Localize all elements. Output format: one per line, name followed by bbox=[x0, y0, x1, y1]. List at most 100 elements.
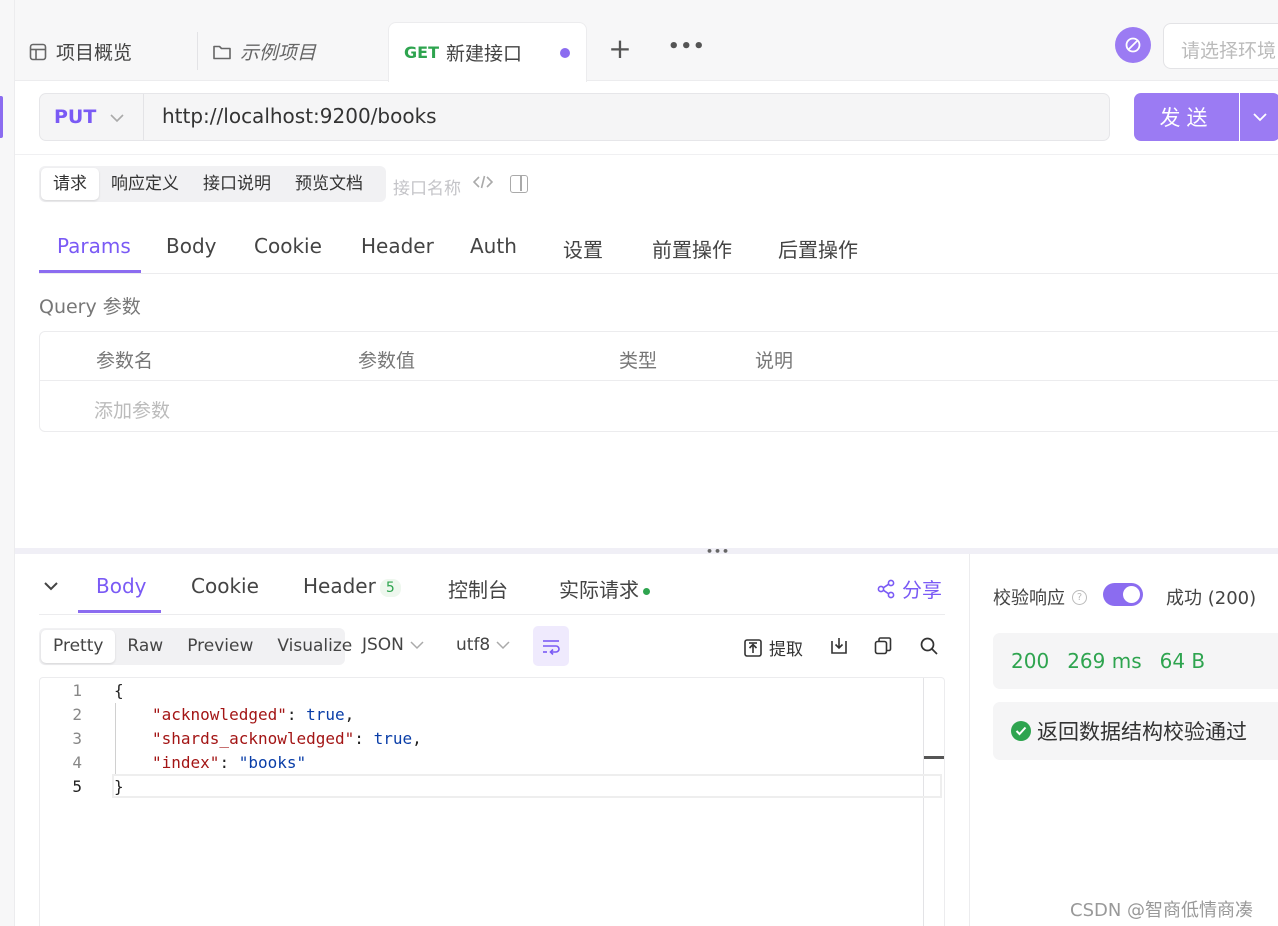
line-number: 2 bbox=[72, 705, 82, 724]
tab-cookie[interactable]: Cookie bbox=[254, 234, 322, 258]
json-key: "acknowledged" bbox=[152, 705, 287, 724]
tab-label: 项目概览 bbox=[56, 42, 133, 64]
line-number: 5 bbox=[72, 777, 82, 796]
encoding-select[interactable]: utf8 bbox=[456, 635, 510, 655]
send-button[interactable]: 发送 bbox=[1134, 93, 1239, 141]
tab-label: 实际请求 bbox=[559, 578, 639, 602]
tab-settings[interactable]: 设置 bbox=[563, 234, 603, 263]
panel-divider bbox=[969, 554, 970, 926]
help-icon[interactable]: ? bbox=[1072, 589, 1087, 605]
json-key: "index" bbox=[152, 753, 220, 772]
verify-result: 成功 (200) bbox=[1166, 588, 1257, 609]
method-value: PUT bbox=[54, 106, 97, 128]
tab-params[interactable]: Params bbox=[57, 234, 131, 258]
tab-pre-operations[interactable]: 前置操作 bbox=[652, 234, 732, 263]
editor-scrollbar-thumb[interactable] bbox=[924, 756, 944, 759]
tab-new-endpoint[interactable]: GET 新建接口 bbox=[388, 22, 587, 82]
url-input[interactable]: http://localhost:9200/books bbox=[162, 104, 437, 128]
extract-button[interactable]: 提取 bbox=[743, 635, 803, 660]
response-tab-header[interactable]: Header 5 bbox=[303, 574, 401, 598]
view-raw[interactable]: Raw bbox=[115, 630, 175, 663]
add-tab-button[interactable]: + bbox=[607, 35, 633, 63]
subtab-response-definition[interactable]: 响应定义 bbox=[99, 168, 191, 200]
side-panel-icon[interactable] bbox=[510, 175, 528, 193]
tab-body[interactable]: Body bbox=[166, 234, 217, 258]
search-icon[interactable] bbox=[919, 636, 939, 656]
query-params-table bbox=[39, 331, 1278, 432]
add-param-input[interactable]: 添加参数 bbox=[94, 396, 170, 423]
response-stats: 200 269 ms 64 B bbox=[993, 633, 1278, 689]
schema-check-message: 返回数据结构校验通过 bbox=[1037, 720, 1247, 744]
code-line: "acknowledged": true, bbox=[152, 705, 354, 724]
tab-example-project[interactable]: 示例项目 bbox=[212, 22, 316, 81]
line-number: 4 bbox=[72, 753, 82, 772]
more-tabs-button[interactable]: ••• bbox=[668, 36, 705, 62]
status-dot-icon bbox=[643, 588, 650, 595]
code-icon[interactable] bbox=[472, 174, 494, 194]
chevron-down-icon bbox=[1253, 112, 1267, 121]
tab-header[interactable]: Header bbox=[361, 234, 434, 258]
api-name-input[interactable]: 接口名称 bbox=[393, 174, 461, 199]
json-value: true bbox=[306, 705, 345, 724]
send-options-button[interactable] bbox=[1240, 93, 1278, 141]
response-tab-console[interactable]: 控制台 bbox=[448, 574, 508, 603]
folder-icon bbox=[212, 42, 232, 62]
column-header-type: 类型 bbox=[619, 350, 658, 372]
format-value: JSON bbox=[362, 635, 404, 655]
watermark: CSDN @智商低情商凑 bbox=[1070, 900, 1254, 921]
json-value: "books" bbox=[238, 753, 307, 772]
share-label: 分享 bbox=[902, 578, 942, 602]
divider bbox=[15, 154, 1278, 155]
column-header-value: 参数值 bbox=[358, 350, 416, 372]
unsaved-dot-icon bbox=[560, 47, 570, 58]
drag-handle-icon[interactable]: ••• bbox=[706, 545, 730, 558]
active-tab-indicator bbox=[39, 270, 141, 273]
gutter-accent bbox=[0, 96, 3, 138]
tab-divider bbox=[197, 32, 198, 70]
divider bbox=[39, 614, 945, 615]
share-button[interactable]: 分享 bbox=[876, 574, 942, 603]
json-sep: : bbox=[286, 705, 307, 724]
copy-icon[interactable] bbox=[873, 636, 893, 656]
download-icon[interactable] bbox=[829, 636, 849, 656]
json-sep: : bbox=[219, 753, 239, 772]
table-divider bbox=[40, 380, 1278, 381]
verify-toggle[interactable] bbox=[1103, 583, 1143, 606]
pane-splitter[interactable] bbox=[15, 548, 1278, 554]
view-visualize[interactable]: Visualize bbox=[265, 630, 364, 663]
response-tab-actual-request[interactable]: 实际请求 bbox=[559, 574, 650, 603]
response-tab-cookie[interactable]: Cookie bbox=[191, 574, 259, 598]
collapse-chevron-icon[interactable] bbox=[43, 576, 63, 596]
current-line-highlight bbox=[112, 774, 942, 798]
json-comma: , bbox=[412, 729, 422, 748]
layout-icon bbox=[28, 42, 48, 62]
tab-post-operations[interactable]: 后置操作 bbox=[778, 234, 858, 263]
tab-project-overview[interactable]: 项目概览 bbox=[28, 22, 132, 81]
check-circle-icon bbox=[1011, 721, 1031, 741]
editor-scrollbar-track[interactable] bbox=[923, 678, 924, 926]
response-tab-body[interactable]: Body bbox=[96, 574, 147, 598]
code-line: } bbox=[114, 777, 124, 796]
column-header-name: 参数名 bbox=[96, 350, 154, 372]
header-count-badge: 5 bbox=[379, 578, 401, 597]
line-number: 3 bbox=[72, 729, 82, 748]
param-tabs: Params Body Cookie Header Auth 设置 前置操作 后… bbox=[39, 218, 1278, 274]
method-select[interactable]: PUT bbox=[40, 94, 144, 140]
subtab-api-description[interactable]: 接口说明 bbox=[191, 168, 283, 200]
view-pretty[interactable]: Pretty bbox=[41, 630, 116, 663]
wrap-icon bbox=[543, 640, 560, 655]
environment-icon[interactable] bbox=[1115, 27, 1151, 63]
status-code: 200 bbox=[1011, 649, 1050, 673]
view-preview[interactable]: Preview bbox=[175, 630, 265, 663]
chevron-down-icon bbox=[410, 635, 424, 655]
subtab-preview-doc[interactable]: 预览文档 bbox=[283, 168, 375, 200]
environment-select[interactable]: 请选择环境 bbox=[1163, 23, 1278, 69]
tab-auth[interactable]: Auth bbox=[470, 234, 517, 258]
tab-method: GET bbox=[404, 43, 439, 62]
extract-label: 提取 bbox=[769, 640, 803, 660]
word-wrap-button[interactable] bbox=[533, 626, 569, 666]
chevron-down-icon bbox=[496, 635, 510, 655]
code-line: { bbox=[114, 681, 124, 700]
subtab-request[interactable]: 请求 bbox=[41, 168, 99, 200]
format-select[interactable]: JSON bbox=[362, 635, 424, 655]
